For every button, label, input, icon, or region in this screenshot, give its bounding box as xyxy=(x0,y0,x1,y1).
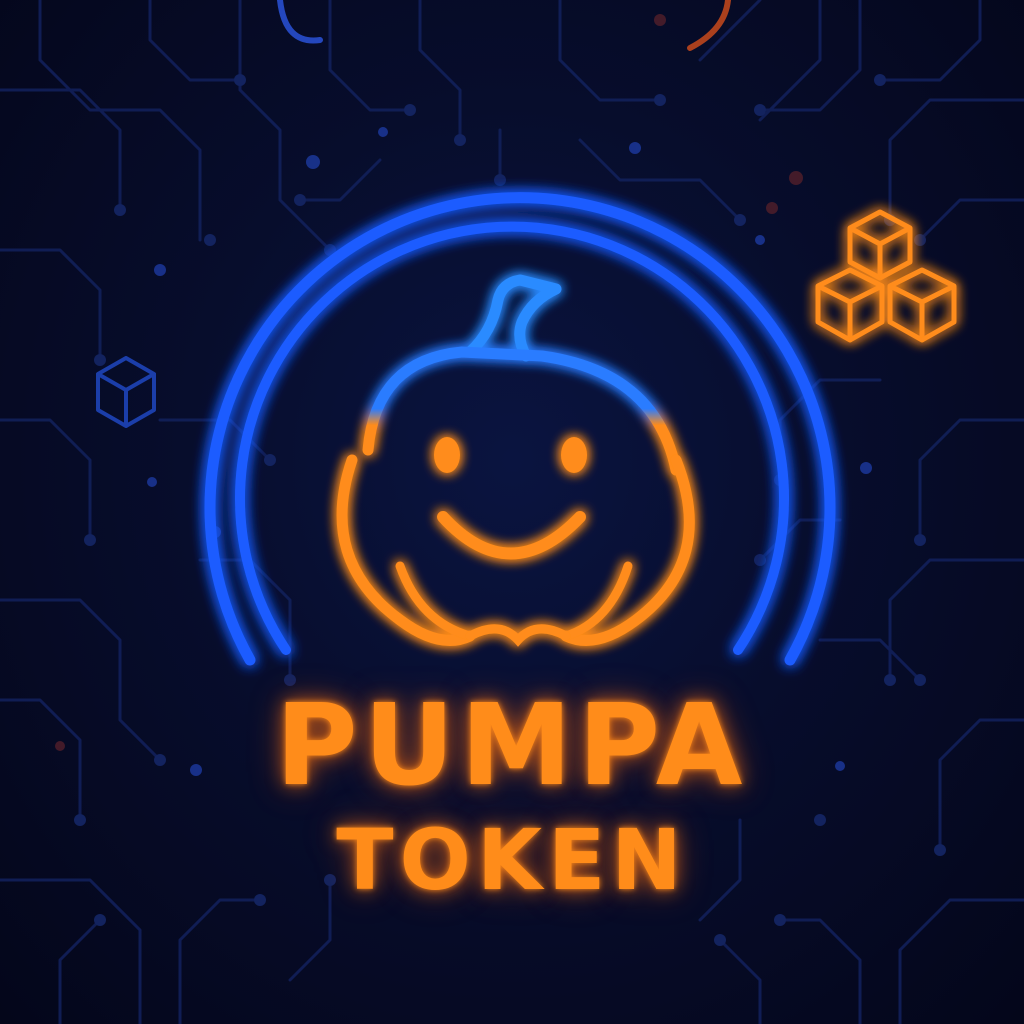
logo-canvas: PUMPA TOKEN xyxy=(0,0,1024,1024)
cubes-icon xyxy=(815,209,957,343)
logo-subtitle: TOKEN xyxy=(336,811,688,909)
pumpkin-icon xyxy=(336,274,695,647)
cube-icon xyxy=(96,356,156,428)
logo-title: PUMPA xyxy=(275,681,749,811)
ring-arcs xyxy=(204,192,836,666)
